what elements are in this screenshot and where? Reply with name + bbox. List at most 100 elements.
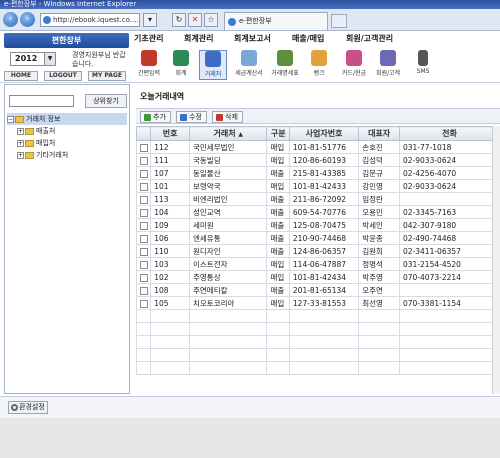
table-row[interactable]: 110 원디자인 매출 124-86-06357 김원희 02-3411-06357 [135,244,500,258]
expand-icon[interactable]: + [17,151,24,159]
header-ceo[interactable]: 대표자 [358,126,401,141]
tool-quick-entry[interactable]: 간편입력 [135,50,163,80]
table-row[interactable]: 109 세미원 매출 125-08-70475 박세인 042-307-9180 [135,218,500,232]
new-tab-button[interactable] [331,14,347,28]
empty-row [135,309,500,323]
delete-button[interactable]: 삭제 [212,111,243,123]
row-checkbox[interactable] [139,182,148,191]
cell-bizno: 124-86-06357 [288,244,360,258]
row-checkbox[interactable] [139,299,148,308]
browser-address-bar: ‹ › http://ebook.iquest.co.... ▾ ↻ ✕ ☆ e… [0,9,500,31]
tool-tax-invoice[interactable]: 세금계산서 [233,50,265,80]
settings-button[interactable]: 환경설정 [8,401,48,414]
table-row[interactable]: 108 주연메티칼 매출 201-81-65134 오주연 [135,283,500,297]
cell-phone: 070-3381-1154 [399,296,500,310]
home-button[interactable]: HOME [4,71,38,81]
row-checkbox[interactable] [139,273,148,282]
cell-ceo: 김문규 [358,166,401,180]
header-bizno[interactable]: 사업자번호 [288,126,360,141]
table-row[interactable]: 107 동일물산 매출 215-81-43385 김문규 02-4256-4070 [135,166,500,180]
add-icon [144,114,151,121]
expand-icon[interactable]: + [17,139,24,147]
sort-asc-icon: ▲ [238,131,243,138]
main-panel: 오늘거래내역 추가 수정 삭제 번호 거래처 ▲ 구분 사업자번호 대표자 전화… [134,84,500,394]
year-select[interactable]: 2012 ▼ [10,52,56,66]
forward-icon[interactable]: › [20,12,35,27]
folder-icon [15,115,24,123]
sidebar-search-button[interactable]: 상위찾기 [85,94,127,108]
refresh-icon[interactable]: ↻ [172,13,186,27]
row-checkbox[interactable] [139,169,148,178]
table-row[interactable]: 112 국민세무법인 매입 101-81-51776 손호진 031-77-1018 [135,140,500,154]
tool-client[interactable]: 거래처 [199,50,227,80]
app-logo[interactable]: 편한장부 [4,33,129,48]
table-row[interactable]: 106 엔세유통 매출 210-90-74468 박윤종 02-490-74468 [135,231,500,245]
table-row[interactable]: 105 치오토코리아 매입 127-33-81553 최선영 070-3381-1154 [135,296,500,310]
expand-icon[interactable]: + [17,127,24,135]
empty-cell [188,322,268,336]
header-number[interactable]: 번호 [150,126,190,141]
row-checkbox-cell [135,283,152,297]
favorites-icon[interactable]: ☆ [204,13,218,27]
menu-basic[interactable]: 기초관리 [134,33,163,44]
cell-phone [399,283,500,297]
menu-accounting-report[interactable]: 회계보고서 [234,33,271,44]
cell-type: 매출 [266,244,290,258]
row-checkbox[interactable] [139,286,148,295]
logout-button[interactable]: LOGOUT [44,71,82,81]
row-checkbox[interactable] [139,260,148,269]
cell-number: 102 [150,270,190,284]
browser-tab[interactable]: e-편한장부 [224,12,328,30]
menu-sales-purchase[interactable]: 매출/매입 [292,33,324,44]
tool-member[interactable]: 회원/고객 [373,50,403,80]
menu-accounting[interactable]: 회계관리 [184,33,213,44]
cell-ceo: 박주영 [358,270,401,284]
tool-statement[interactable]: 거래명세표 [269,50,301,80]
table-row[interactable]: 113 비엔리법인 매출 211-86-72092 임정란 [135,192,500,206]
add-button[interactable]: 추가 [140,111,171,123]
row-checkbox[interactable] [139,143,148,152]
row-checkbox[interactable] [139,234,148,243]
client-icon [205,51,221,67]
header-phone[interactable]: 전화 [399,126,500,141]
url-input[interactable]: http://ebook.iquest.co.... [40,13,140,27]
empty-cell [266,309,290,323]
tree-item-purchase[interactable]: + 매입처 [7,137,127,149]
row-checkbox[interactable] [139,247,148,256]
cell-client: 치오토코리아 [188,296,268,310]
row-checkbox[interactable] [139,195,148,204]
menu-member-customer[interactable]: 회원/고객관리 [346,33,393,44]
row-checkbox[interactable] [139,156,148,165]
gear-icon [11,404,18,411]
table-scrollbar[interactable] [492,126,500,394]
tool-accounting[interactable]: 회계 [167,50,195,80]
cell-client: 비엔리법인 [188,192,268,206]
empty-cell [358,348,401,362]
table-row[interactable]: 104 성인교역 매출 609-54-70776 오용민 02-3345-7163 [135,205,500,219]
table-row[interactable]: 103 이스트전자 매입 114-06-47887 정명석 031-2154-4520 [135,257,500,271]
table-row[interactable]: 111 국동빌딩 매입 120-86-60193 김성덕 02-9033-0624 [135,153,500,167]
collapse-icon[interactable]: − [7,115,14,123]
row-checkbox[interactable] [139,208,148,217]
tree-item-other[interactable]: + 기타거래처 [7,149,127,161]
accounting-icon [173,50,189,66]
tree-item-root[interactable]: − 거래처 정보 [7,113,127,125]
stop-icon[interactable]: ✕ [188,13,202,27]
row-checkbox[interactable] [139,221,148,230]
mypage-button[interactable]: MY PAGE [88,71,126,81]
back-icon[interactable]: ‹ [3,12,18,27]
header-client[interactable]: 거래처 ▲ [188,126,268,141]
cell-number: 112 [150,140,190,154]
sidebar-search-input[interactable] [9,95,74,107]
statement-icon [277,50,293,66]
tool-sms[interactable]: SMS [409,50,437,80]
dropdown-icon[interactable]: ▾ [143,13,157,27]
tool-bank[interactable]: 뱅크 [305,50,333,80]
table-row[interactable]: 101 보령약국 매입 101-81-42433 강민영 02-9033-0624 [135,179,500,193]
tool-card-cash[interactable]: 카드/현금 [339,50,369,80]
cell-bizno: 101-81-42433 [288,179,360,193]
tree-item-sales[interactable]: + 매출처 [7,125,127,137]
table-row[interactable]: 102 주영통상 매입 101-81-42434 박주영 070-4073-2214 [135,270,500,284]
header-type[interactable]: 구분 [266,126,290,141]
edit-button[interactable]: 수정 [176,111,207,123]
